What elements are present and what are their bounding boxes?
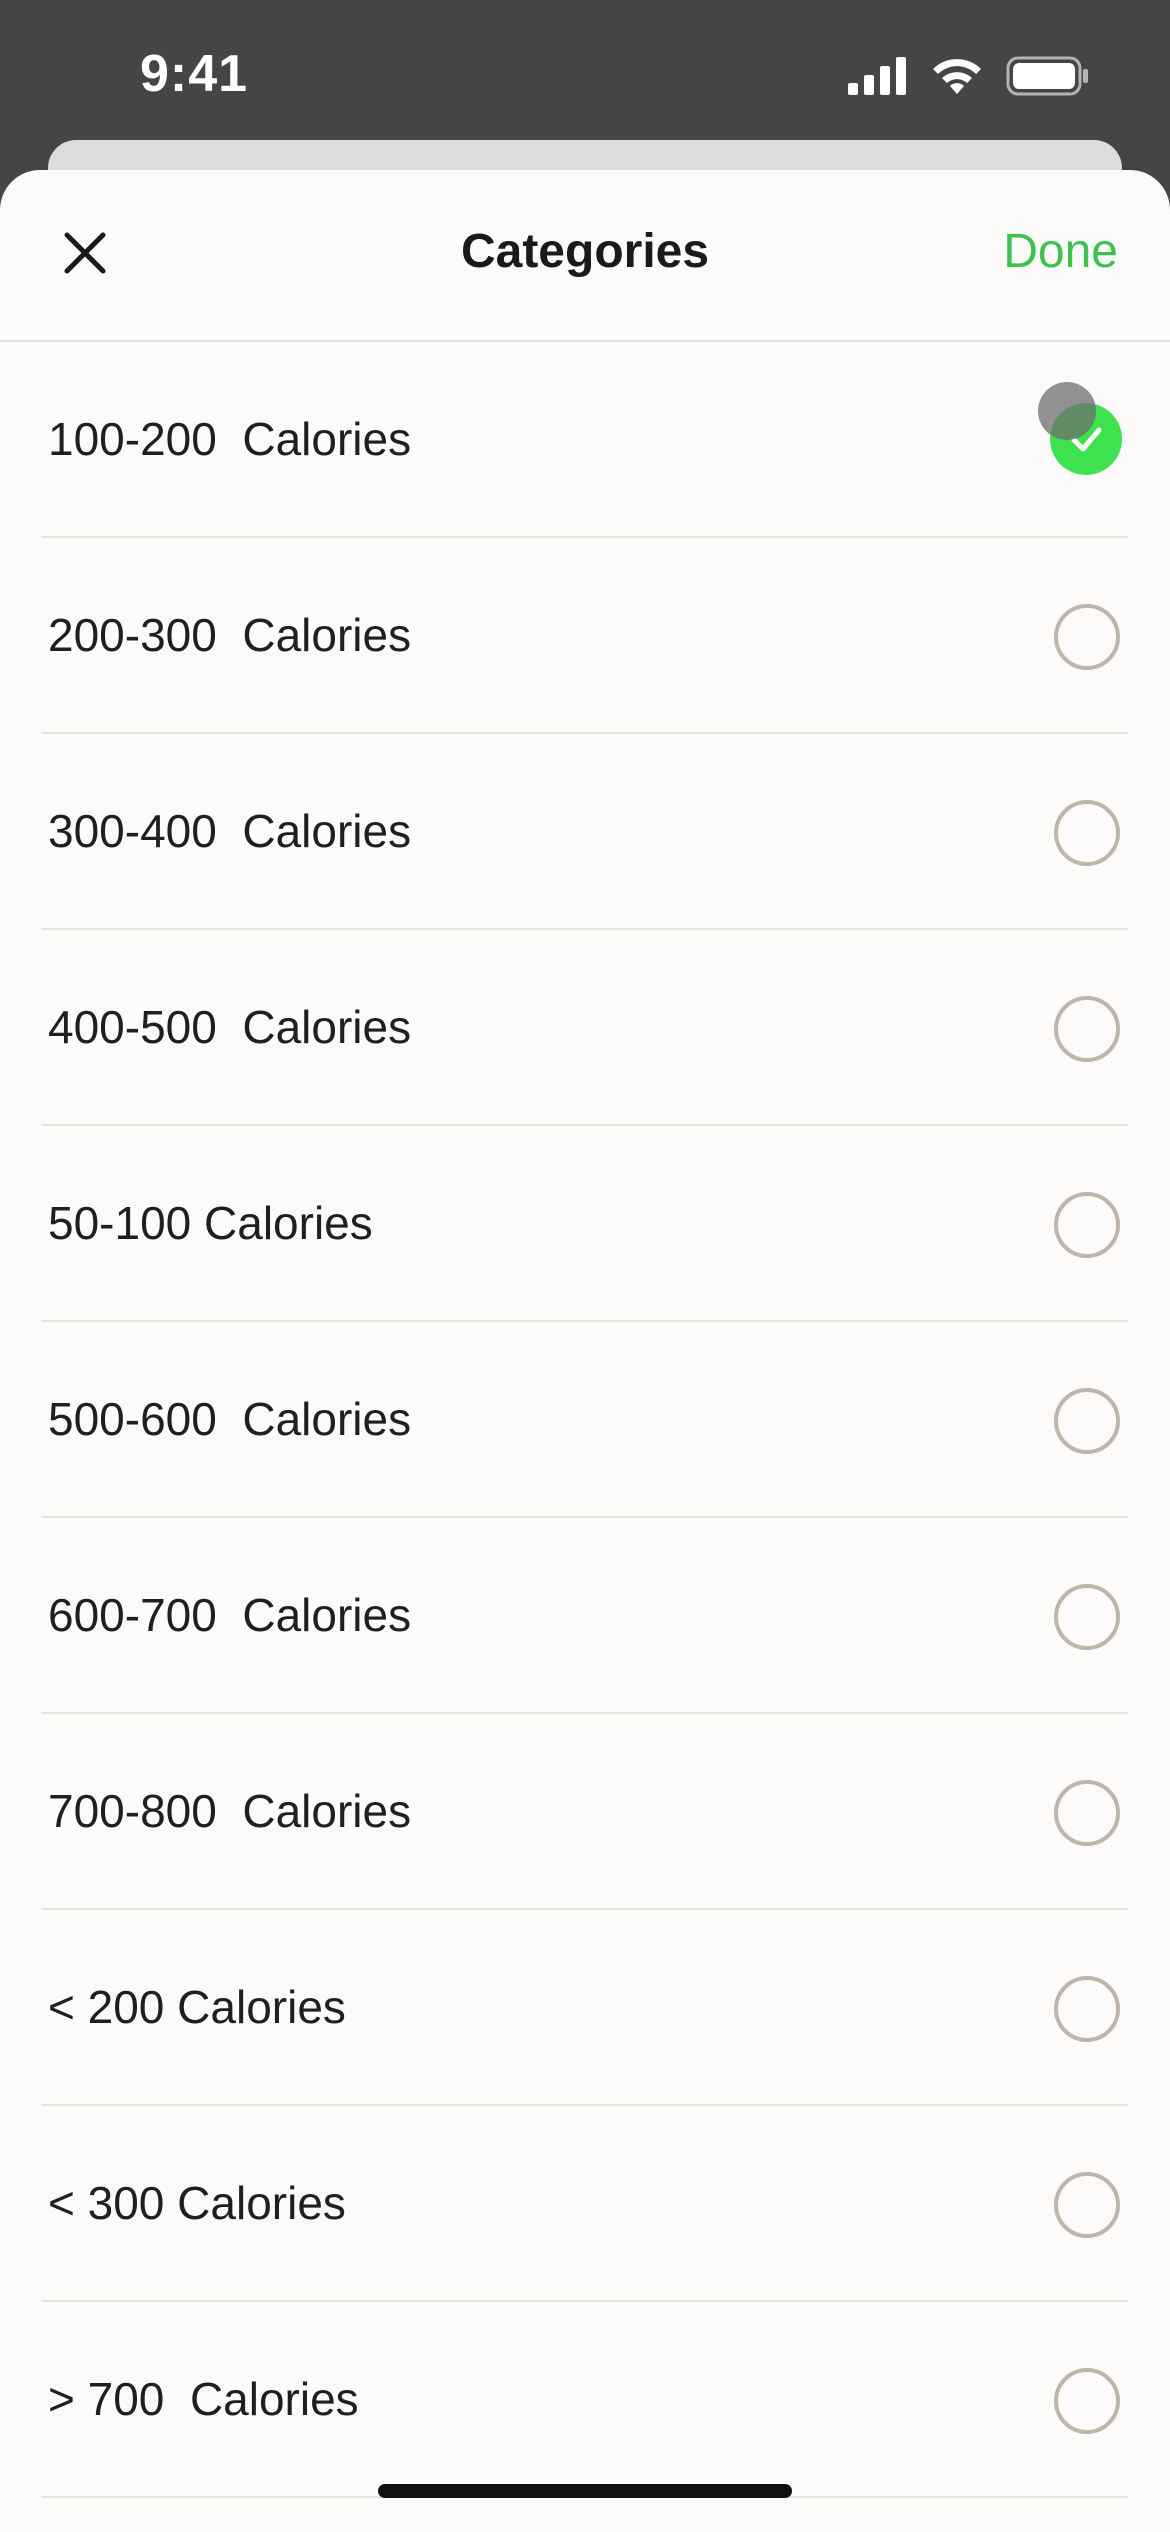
- battery-icon: [1006, 56, 1090, 101]
- category-label: < 300 Calories: [48, 2177, 346, 2229]
- category-row-over-700[interactable]: > 700 Calories: [42, 2302, 1128, 2498]
- category-label: < 200 Calories: [48, 1981, 346, 2033]
- status-bar: 9:41: [0, 0, 1170, 150]
- radio-icon[interactable]: [1054, 2172, 1120, 2238]
- radio-icon[interactable]: [1054, 1976, 1120, 2042]
- category-label: 200-300 Calories: [48, 609, 412, 661]
- status-icons: [848, 56, 1090, 101]
- radio-icon[interactable]: [1054, 800, 1120, 866]
- category-row-under-300[interactable]: < 300 Calories: [42, 2106, 1128, 2302]
- page-title: Categories: [460, 225, 710, 278]
- category-row-400-500[interactable]: 400-500 Calories: [42, 930, 1128, 1126]
- category-label: 500-600 Calories: [48, 1393, 412, 1445]
- category-list: 100-200 Calories 200-300 Calories 300-40…: [0, 342, 1170, 2498]
- home-indicator: [378, 2484, 792, 2498]
- radio-icon[interactable]: [1054, 2368, 1120, 2434]
- category-row-500-600[interactable]: 500-600 Calories: [42, 1322, 1128, 1518]
- category-label: 400-500 Calories: [48, 1001, 412, 1053]
- category-label: 700-800 Calories: [48, 1785, 412, 1837]
- category-label: 600-700 Calories: [48, 1589, 412, 1641]
- radio-icon[interactable]: [1054, 1584, 1120, 1650]
- category-row-50-100[interactable]: 50-100 Calories: [42, 1126, 1128, 1322]
- category-label: > 700 Calories: [48, 2373, 359, 2425]
- cellular-signal-icon: [848, 57, 908, 100]
- category-row-200-300[interactable]: 200-300 Calories: [42, 538, 1128, 734]
- category-label: 300-400 Calories: [48, 805, 412, 857]
- category-label: 100-200 Calories: [48, 413, 412, 465]
- done-button[interactable]: Done: [1003, 224, 1118, 279]
- status-time: 9:41: [140, 45, 249, 103]
- category-row-300-400[interactable]: 300-400 Calories: [42, 734, 1128, 930]
- radio-icon[interactable]: [1054, 1192, 1120, 1258]
- wifi-icon: [930, 56, 984, 101]
- category-row-100-200[interactable]: 100-200 Calories: [42, 342, 1128, 538]
- radio-icon[interactable]: [1054, 996, 1120, 1062]
- category-label: 50-100 Calories: [48, 1197, 373, 1249]
- category-row-under-200[interactable]: < 200 Calories: [42, 1910, 1128, 2106]
- categories-sheet: Categories Done 100-200 Calories 200-300…: [0, 170, 1170, 2532]
- radio-icon[interactable]: [1054, 604, 1120, 670]
- category-row-700-800[interactable]: 700-800 Calories: [42, 1714, 1128, 1910]
- category-row-600-700[interactable]: 600-700 Calories: [42, 1518, 1128, 1714]
- sheet-header: Categories Done: [0, 170, 1170, 342]
- radio-icon[interactable]: [1054, 1780, 1120, 1846]
- radio-icon[interactable]: [1054, 1388, 1120, 1454]
- touch-indicator: [1038, 382, 1096, 440]
